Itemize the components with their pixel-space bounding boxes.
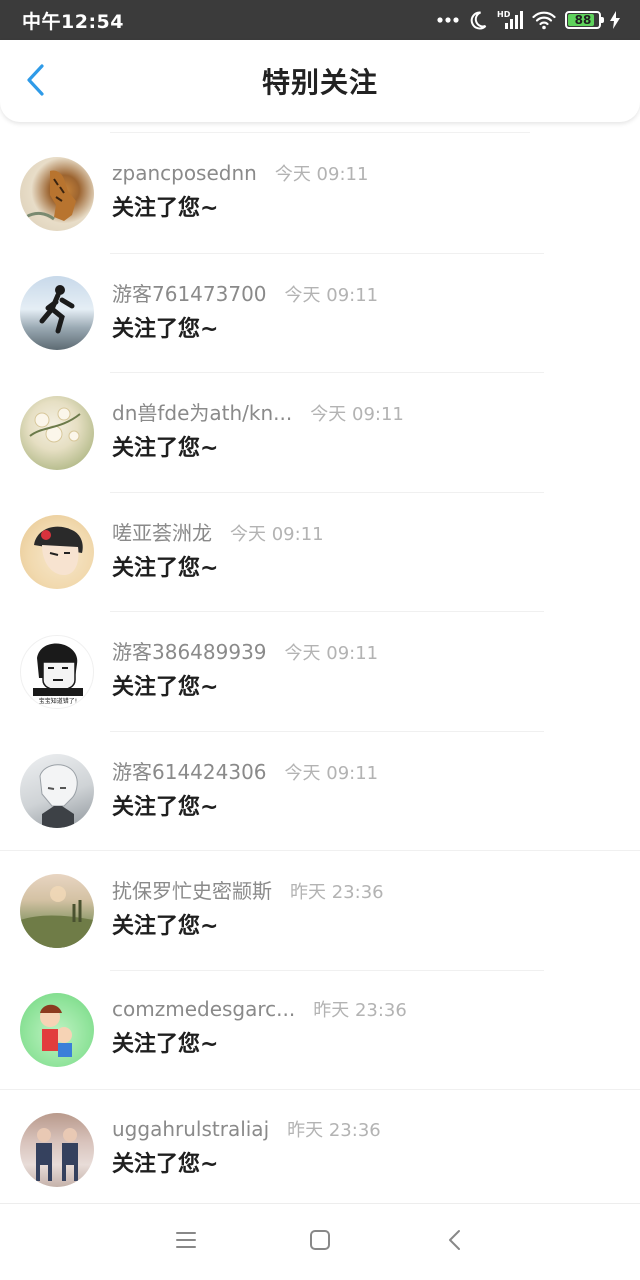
list-item[interactable]: uggahrulstraliaj 昨天 23:36 关注了您~ — [0, 1090, 640, 1210]
follow-time: 昨天 23:36 — [290, 882, 384, 904]
status-icons: HD 88 — [437, 9, 620, 31]
follow-message: 关注了您~ — [112, 675, 219, 701]
avatar[interactable] — [20, 156, 94, 231]
anime-girl-avatar-image — [34, 526, 83, 576]
follow-time: 今天 09:11 — [284, 762, 379, 784]
follow-message: 关注了您~ — [112, 794, 219, 820]
follow-message: 关注了您~ — [112, 555, 219, 581]
signal-hd-label: HD — [497, 10, 511, 19]
user-name[interactable]: uggahrulstraliaj — [112, 1117, 269, 1141]
avatar[interactable] — [20, 276, 94, 351]
follow-message: 关注了您~ — [112, 195, 219, 221]
follow-message: 关注了您~ — [112, 1151, 219, 1177]
follow-time: 今天 09:11 — [274, 163, 369, 185]
back-triangle-icon — [447, 1229, 461, 1255]
meme-face-avatar-image: 宝宝知道错了! — [33, 643, 83, 705]
list-item[interactable]: 嗟亚荟洲龙 今天 09:11 关注了您~ — [0, 493, 640, 612]
battery-level: 88 — [574, 13, 592, 27]
list-item[interactable]: 游客614424306 今天 09:11 关注了您~ — [0, 732, 640, 851]
user-name[interactable]: 游客614424306 — [112, 756, 267, 785]
list-item[interactable]: comzmedesgarc... 昨天 23:36 关注了您~ — [0, 971, 640, 1090]
cartoon-kids-avatar-image — [40, 1004, 72, 1058]
follow-time: 今天 09:11 — [310, 404, 404, 426]
user-name[interactable]: dn兽fde为ath/kn... — [112, 397, 292, 426]
follow-time: 昨天 23:36 — [287, 1119, 381, 1141]
status-time: 中午12:54 — [22, 10, 124, 33]
wifi-icon — [532, 10, 556, 30]
avatar[interactable] — [20, 1112, 94, 1187]
avatar[interactable] — [20, 515, 94, 590]
back-button[interactable] — [16, 60, 56, 104]
list-item[interactable]: 扰保罗忙史密颛斯 昨天 23:36 关注了您~ — [0, 851, 640, 971]
white-hair-avatar-image — [39, 764, 78, 829]
more-dots-icon — [437, 16, 459, 24]
page-header: 特别关注 — [0, 40, 640, 122]
list-item[interactable]: 游客761473700 今天 09:11 关注了您~ — [0, 254, 640, 373]
user-name[interactable]: 游客386489939 — [112, 636, 267, 665]
flowers-avatar-image — [29, 407, 81, 443]
follow-message: 关注了您~ — [112, 1032, 219, 1058]
charging-bolt-icon — [610, 11, 620, 29]
avatar[interactable] — [20, 395, 94, 470]
user-name[interactable]: 嗟亚荟洲龙 — [112, 517, 212, 546]
follow-list: zpancposednn 今天 09:11 关注了您~ 游客761473700 … — [0, 134, 640, 1210]
follow-message: 关注了您~ — [112, 316, 219, 342]
follow-time: 今天 09:11 — [284, 643, 379, 665]
user-name[interactable]: zpancposednn — [112, 161, 257, 185]
field-avatar-image — [20, 885, 94, 948]
home-square-icon — [309, 1229, 331, 1255]
page-title: 特别关注 — [261, 66, 378, 99]
menu-icon — [175, 1231, 197, 1253]
system-back-button[interactable] — [387, 1212, 521, 1272]
signal-hd-icon: HD — [497, 9, 523, 31]
user-name[interactable]: comzmedesgarc... — [112, 997, 295, 1021]
follow-time: 今天 09:11 — [230, 523, 324, 545]
avatar[interactable] — [20, 993, 94, 1068]
follow-time: 今天 09:11 — [284, 284, 379, 306]
moon-icon — [468, 10, 488, 30]
two-people-avatar-image — [36, 1127, 78, 1181]
list-top-divider — [110, 132, 530, 133]
follow-message: 关注了您~ — [112, 914, 219, 940]
avatar[interactable]: 宝宝知道错了! — [20, 634, 94, 709]
system-nav-bar — [0, 1203, 640, 1280]
menu-button[interactable] — [119, 1212, 253, 1272]
list-item[interactable]: dn兽fde为ath/kn... 今天 09:11 关注了您~ — [0, 373, 640, 493]
home-button[interactable] — [253, 1212, 387, 1272]
status-bar: 中午12:54 HD 88 — [0, 0, 640, 40]
user-name[interactable]: 扰保罗忙史密颛斯 — [112, 875, 272, 904]
list-item[interactable]: 宝宝知道错了! 游客386489939 今天 09:11 关注了您~ — [0, 612, 640, 732]
avatar[interactable] — [20, 873, 94, 948]
follow-message: 关注了您~ — [112, 436, 219, 462]
list-item[interactable]: zpancposednn 今天 09:11 关注了您~ — [0, 134, 640, 254]
meme-caption: 宝宝知道错了! — [39, 697, 77, 705]
tiger-avatar-image — [25, 170, 76, 221]
chevron-left-icon — [26, 63, 46, 101]
follow-time: 昨天 23:36 — [313, 1000, 407, 1022]
user-name[interactable]: 游客761473700 — [112, 278, 267, 307]
avatar[interactable] — [20, 754, 94, 829]
runner-avatar-image — [39, 285, 75, 334]
battery-icon: 88 — [565, 11, 604, 29]
